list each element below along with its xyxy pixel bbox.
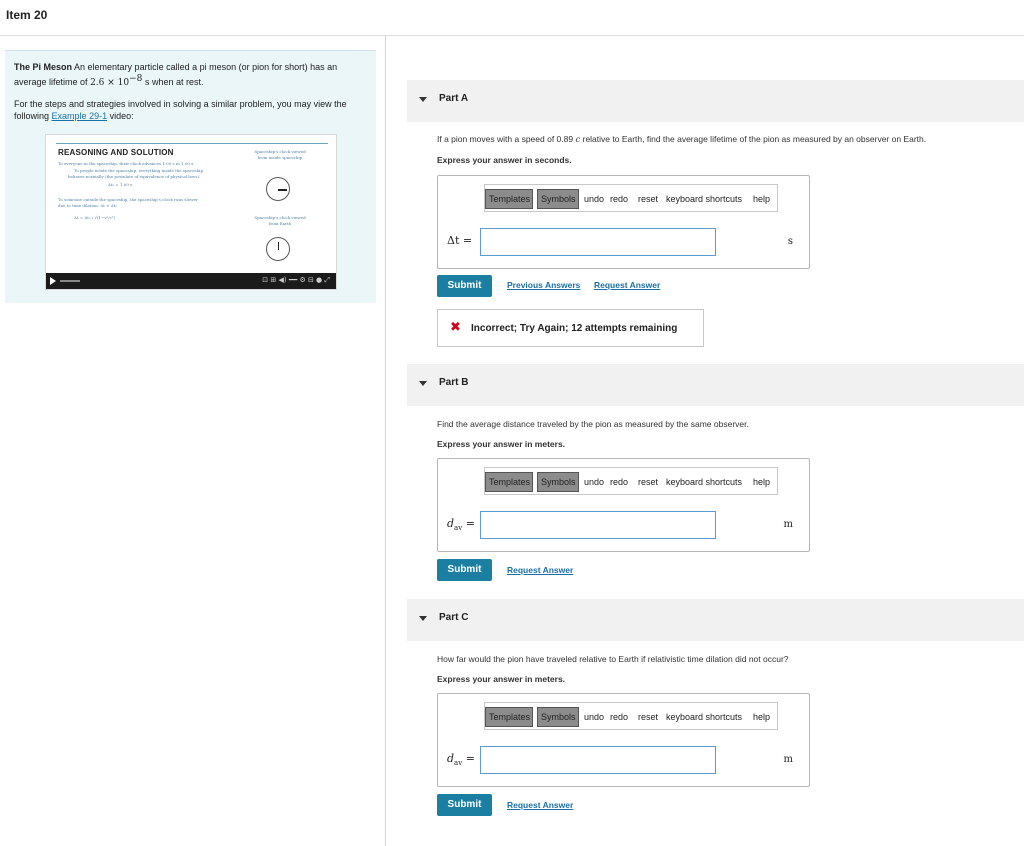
video-progress[interactable] <box>60 280 80 282</box>
symbols-button[interactable]: Symbols <box>537 707 579 727</box>
part-c-question: How far would the pion have traveled rel… <box>437 654 789 664</box>
video-line-7: Δt = Δt₀ / √(1−v²/c²) <box>74 215 116 220</box>
delta-t-label: Δt = <box>447 234 473 247</box>
help-button[interactable]: help <box>753 712 770 722</box>
clock2-label: Spaceship's clock viewed from Earth <box>254 215 306 226</box>
video-line-3: behaves normally (the postulate of equiv… <box>68 174 201 179</box>
caret-down-icon <box>419 97 427 102</box>
video-line-4: Δt₀ = 1.00 s <box>108 182 133 187</box>
redo-button[interactable]: redo <box>610 477 628 487</box>
symbols-button[interactable]: Symbols <box>537 472 579 492</box>
symbols-button[interactable]: Symbols <box>537 189 579 209</box>
part-a-feedback: ✖ Incorrect; Try Again; 12 attempts rema… <box>437 309 704 347</box>
video-line-1: To everyone in the spaceship, their cloc… <box>58 161 195 166</box>
math-toolbar: Templates Symbols undo redo reset keyboa… <box>484 467 778 495</box>
part-b-header[interactable]: Part B <box>407 364 1024 406</box>
incorrect-x-icon: ✖ <box>450 320 461 335</box>
part-a-label: Part A <box>439 93 469 104</box>
reset-button[interactable]: reset <box>638 194 658 204</box>
templates-button[interactable]: Templates <box>485 189 533 209</box>
templates-button[interactable]: Templates <box>485 707 533 727</box>
part-c-header[interactable]: Part C <box>407 599 1024 641</box>
part-c-express: Express your answer in meters. <box>437 674 566 684</box>
lifetime-unit: s <box>144 78 150 88</box>
part-b-request-answer-link[interactable]: Request Answer <box>507 565 573 575</box>
video-rule <box>56 143 328 144</box>
part-a-question: If a pion moves with a speed of 0.89 c r… <box>437 134 926 145</box>
column-divider <box>385 36 386 846</box>
clock1-label: Spaceship's clock viewed from inside spa… <box>254 149 306 160</box>
item-title: Item 20 <box>6 8 48 22</box>
redo-button[interactable]: redo <box>610 712 628 722</box>
intro-title: The Pi Meson <box>14 62 73 72</box>
keyboard-shortcuts-button[interactable]: keyboard shortcuts <box>666 712 742 722</box>
keyboard-shortcuts-button[interactable]: keyboard shortcuts <box>666 194 742 204</box>
redo-button[interactable]: redo <box>610 194 628 204</box>
caret-down-icon <box>419 381 427 386</box>
undo-button[interactable]: undo <box>584 477 604 487</box>
part-c-answer-box: Templates Symbols undo redo reset keyboa… <box>437 693 810 787</box>
part-c-unit: m <box>783 754 793 765</box>
d-av-eq: = <box>465 517 475 530</box>
previous-answers-link[interactable]: Previous Answers <box>507 280 580 290</box>
d-av-label: dav = <box>447 517 475 532</box>
part-b-answer-box: Templates Symbols undo redo reset keyboa… <box>437 458 810 552</box>
play-icon[interactable] <box>50 277 56 285</box>
d-av-eq: = <box>465 752 475 765</box>
part-a-question-post: relative to Earth, find the average life… <box>582 134 927 144</box>
undo-button[interactable]: undo <box>584 712 604 722</box>
lifetime-value: 2.6 × 10 <box>90 78 130 88</box>
help-button[interactable]: help <box>753 477 770 487</box>
part-a-question-var: c <box>575 135 581 145</box>
part-b-question: Find the average distance traveled by th… <box>437 419 749 429</box>
reset-button[interactable]: reset <box>638 477 658 487</box>
d-av-main: d <box>447 517 455 530</box>
part-b-express: Express your answer in meters. <box>437 439 566 449</box>
part-a-unit: s <box>787 236 793 247</box>
example-link[interactable]: Example 29-1 <box>52 111 108 121</box>
keyboard-shortcuts-button[interactable]: keyboard shortcuts <box>666 477 742 487</box>
lifetime-exponent: −8 <box>129 74 143 84</box>
clock-1-icon <box>266 177 290 201</box>
feedback-text: Incorrect; Try Again; 12 attempts remain… <box>471 323 678 334</box>
video-heading: REASONING AND SOLUTION <box>58 148 174 157</box>
d-av-sub: av <box>454 524 463 533</box>
part-c-request-answer-link[interactable]: Request Answer <box>507 800 573 810</box>
undo-button[interactable]: undo <box>584 194 604 204</box>
d-av-sub: av <box>454 759 463 768</box>
caret-down-icon <box>419 616 427 621</box>
templates-button[interactable]: Templates <box>485 472 533 492</box>
part-a-answer-input[interactable] <box>480 228 716 256</box>
d-av-main: d <box>447 752 455 765</box>
math-toolbar: Templates Symbols undo redo reset keyboa… <box>484 702 778 730</box>
d-av-label: dav = <box>447 752 475 767</box>
example-video[interactable]: REASONING AND SOLUTION To everyone in th… <box>45 134 337 290</box>
video-controls: ⊡ ⊞ ◀) ━━ ⚙ ⊟ ● ⤢ <box>46 273 336 289</box>
clock-2-icon <box>266 237 290 261</box>
problem-intro-panel: The Pi Meson An elementary particle call… <box>5 50 376 303</box>
part-b-unit: m <box>783 519 793 530</box>
part-c-answer-input[interactable] <box>480 746 716 774</box>
part-a-answer-box: Templates Symbols undo redo reset keyboa… <box>437 175 810 269</box>
video-line-6: due to time dilation: Δt > Δt₀ <box>58 203 117 208</box>
part-a-question-pre: If a pion moves with a speed of 0.89 <box>437 134 574 144</box>
part-c-label: Part C <box>439 612 469 623</box>
part-b-submit-button[interactable]: Submit <box>437 559 492 581</box>
help-button[interactable]: help <box>753 194 770 204</box>
part-a-express: Express your answer in seconds. <box>437 155 572 165</box>
part-a-header[interactable]: Part A <box>407 80 1024 122</box>
part-b-label: Part B <box>439 377 469 388</box>
math-toolbar: Templates Symbols undo redo reset keyboa… <box>484 184 778 212</box>
part-c-submit-button[interactable]: Submit <box>437 794 492 816</box>
part-b-answer-input[interactable] <box>480 511 716 539</box>
intro-text: The Pi Meson An elementary particle call… <box>14 61 367 122</box>
steps-tail: video: <box>109 111 134 121</box>
part-a-request-answer-link[interactable]: Request Answer <box>594 280 660 290</box>
intro-tail: when at rest. <box>152 77 204 87</box>
reset-button[interactable]: reset <box>638 712 658 722</box>
video-control-icons[interactable]: ⊡ ⊞ ◀) ━━ ⚙ ⊟ ● ⤢ <box>262 276 330 285</box>
part-a-submit-button[interactable]: Submit <box>437 275 492 297</box>
top-bar: Item 20 <box>0 0 1024 36</box>
